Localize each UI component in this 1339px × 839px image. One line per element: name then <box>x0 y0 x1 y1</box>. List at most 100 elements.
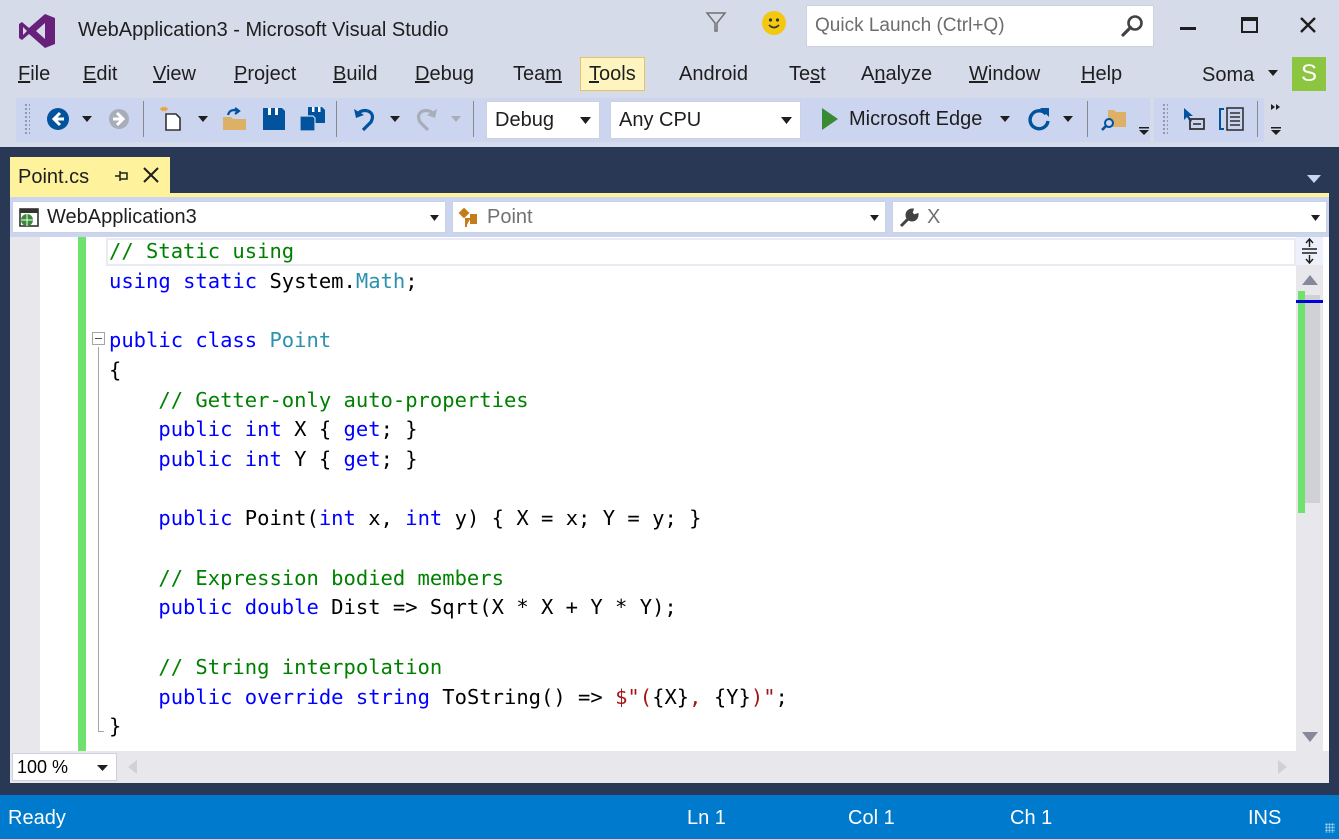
toolbar-overflow-icon[interactable] <box>1271 127 1281 135</box>
run-target-label[interactable]: Microsoft Edge <box>849 108 982 131</box>
avatar[interactable]: S <box>1292 57 1326 91</box>
quick-launch-box[interactable] <box>806 5 1154 47</box>
code-line[interactable] <box>109 475 788 505</box>
code-line[interactable]: public int Y { get; } <box>109 445 788 475</box>
project-dropdown[interactable]: WebApplication3 <box>12 201 446 233</box>
member-dropdown[interactable]: X <box>892 201 1327 233</box>
navigate-forward-icon[interactable] <box>105 105 133 133</box>
code-token: $"( <box>615 684 653 709</box>
type-dropdown[interactable]: Point <box>452 201 886 233</box>
code-line[interactable] <box>109 534 788 564</box>
resize-grip-icon[interactable] <box>1325 823 1335 833</box>
status-column[interactable]: Col 1 <box>848 807 895 830</box>
menu-help[interactable]: Help <box>1073 57 1130 91</box>
toolbar-grip[interactable] <box>24 103 30 135</box>
menu-analyze[interactable]: Analyze <box>853 57 940 91</box>
menu-test[interactable]: Test <box>781 57 834 91</box>
toolbar-grip[interactable] <box>1162 103 1168 135</box>
scroll-left-arrow-icon[interactable] <box>128 760 137 774</box>
menu-android[interactable]: Android <box>671 57 756 91</box>
code-editor[interactable]: // Static using using static System.Math;… <box>10 237 1329 751</box>
scroll-right-arrow-icon[interactable] <box>1278 760 1287 774</box>
undo-dropdown-icon[interactable] <box>390 115 400 123</box>
browser-link-dropdown-icon[interactable] <box>1063 115 1073 123</box>
menu-tools[interactable]: Tools <box>580 57 645 91</box>
menu-window[interactable]: Window <box>961 57 1048 91</box>
toolbox-select-icon[interactable] <box>1180 105 1208 133</box>
code-line[interactable]: } <box>109 712 788 742</box>
toolbar-separator <box>1087 101 1088 137</box>
status-insert-mode[interactable]: INS <box>1248 807 1281 830</box>
navigate-back-icon[interactable] <box>44 105 72 133</box>
code-line[interactable]: public Point(int x, int y) { X = x; Y = … <box>109 504 788 534</box>
scroll-up-arrow-icon[interactable] <box>1302 275 1318 285</box>
code-line[interactable]: // String interpolation <box>109 653 788 683</box>
collapse-region-icon[interactable] <box>92 332 105 345</box>
scroll-thumb[interactable] <box>1305 295 1320 503</box>
tab-point-cs[interactable]: Point.cs <box>10 157 170 193</box>
notifications-filter-icon[interactable] <box>704 10 728 34</box>
menu-label: ools <box>599 63 636 85</box>
close-icon[interactable] <box>142 166 160 184</box>
code-line[interactable]: using static System.Math; <box>109 267 788 297</box>
status-line[interactable]: Ln 1 <box>687 807 726 830</box>
redo-dropdown-icon[interactable] <box>451 115 461 123</box>
menu-project[interactable]: Project <box>226 57 304 91</box>
undo-icon[interactable] <box>351 105 379 133</box>
solution-explorer-icon[interactable] <box>1218 105 1246 133</box>
menu-view[interactable]: View <box>145 57 204 91</box>
menu-label: Te <box>789 63 811 85</box>
menu-team[interactable]: Team <box>505 57 570 91</box>
code-line[interactable]: public class Point <box>109 326 788 356</box>
more-commands-icon[interactable] <box>1270 102 1282 112</box>
code-line[interactable]: // Getter-only auto-properties <box>109 386 788 416</box>
user-dropdown-caret-icon[interactable] <box>1268 68 1278 78</box>
zoom-level-dropdown[interactable]: 100 % <box>12 753 117 781</box>
find-in-files-icon[interactable] <box>1100 105 1128 133</box>
code-line[interactable] <box>109 296 788 326</box>
search-icon[interactable] <box>1119 13 1145 39</box>
send-feedback-smiley-icon[interactable] <box>762 11 786 35</box>
code-token: public <box>158 595 233 620</box>
member-value: X <box>927 206 941 228</box>
run-target-dropdown-icon[interactable] <box>1000 115 1010 123</box>
redo-icon[interactable] <box>412 105 440 133</box>
minimize-button[interactable] <box>1158 8 1204 44</box>
start-debugging-play-icon[interactable] <box>816 105 844 133</box>
new-project-icon[interactable] <box>158 105 186 133</box>
code-line[interactable]: public override string ToString() => $"(… <box>109 683 788 713</box>
close-window-button[interactable] <box>1286 8 1332 44</box>
quick-launch-input[interactable] <box>807 6 1107 46</box>
code-line[interactable]: public double Dist => Sqrt(X * X + Y * Y… <box>109 593 788 623</box>
code-line[interactable]: { <box>109 356 788 386</box>
scroll-down-arrow-icon[interactable] <box>1302 732 1318 742</box>
toolbar-overflow-icon[interactable] <box>1139 127 1149 135</box>
menu-edit[interactable]: Edit <box>75 57 125 91</box>
solution-configuration-dropdown[interactable]: Debug <box>486 101 600 139</box>
menu-file[interactable]: File <box>10 57 58 91</box>
maximize-button[interactable] <box>1226 8 1272 44</box>
save-icon[interactable] <box>260 105 288 133</box>
code-line[interactable]: // Static using <box>109 237 788 267</box>
code-line[interactable]: public int X { get; } <box>109 415 788 445</box>
open-file-icon[interactable] <box>220 105 248 133</box>
tab-list-dropdown-icon[interactable] <box>1307 175 1321 183</box>
code-token: Dist => Sqrt(X * X + Y * Y); <box>318 595 677 620</box>
split-window-icon[interactable] <box>1296 237 1323 265</box>
menu-debug[interactable]: Debug <box>407 57 482 91</box>
indicator-margin[interactable] <box>10 237 40 751</box>
user-name[interactable]: Soma <box>1202 64 1254 87</box>
back-dropdown-icon[interactable] <box>82 115 92 123</box>
status-char[interactable]: Ch 1 <box>1010 807 1052 830</box>
code-text[interactable]: // Static using using static System.Math;… <box>109 237 788 742</box>
new-project-dropdown-icon[interactable] <box>198 115 208 123</box>
menu-build[interactable]: Build <box>325 57 385 91</box>
solution-platform-dropdown[interactable]: Any CPU <box>610 101 801 139</box>
pin-icon[interactable] <box>114 169 130 183</box>
vertical-scrollbar[interactable] <box>1296 237 1323 751</box>
refresh-icon[interactable] <box>1025 105 1053 133</box>
code-line[interactable] <box>109 623 788 653</box>
code-line[interactable]: // Expression bodied members <box>109 564 788 594</box>
save-all-icon[interactable] <box>298 105 326 133</box>
